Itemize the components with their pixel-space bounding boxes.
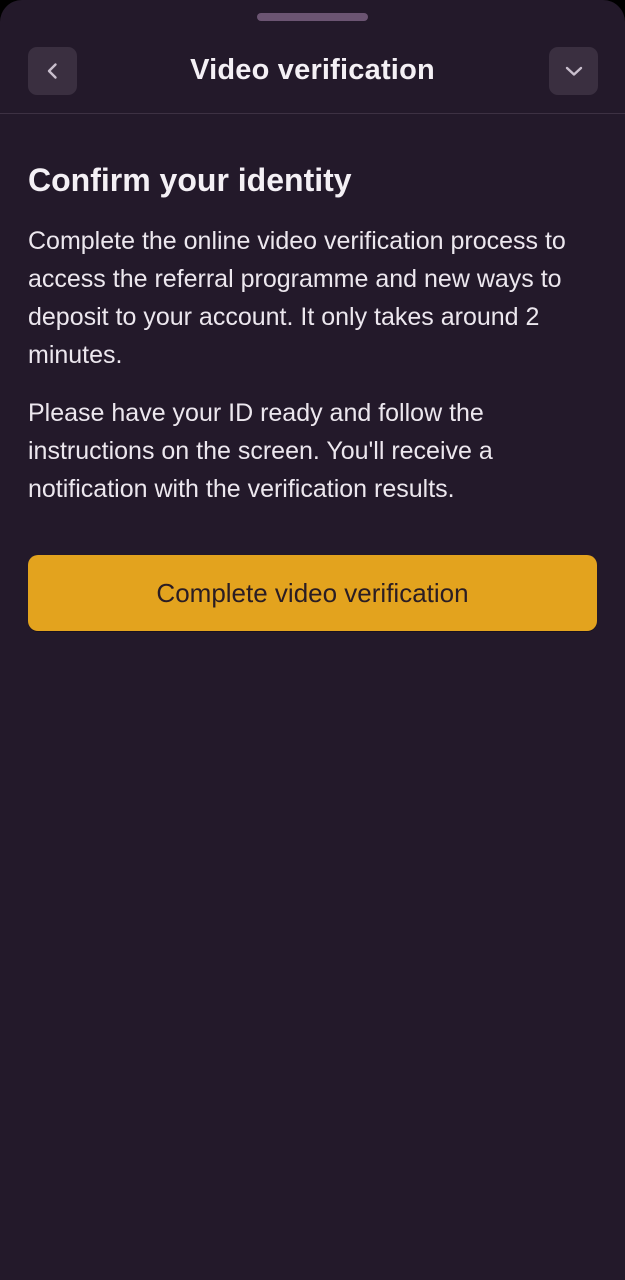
chevron-left-icon: [42, 60, 64, 82]
instructions-paragraph: Please have your ID ready and follow the…: [28, 399, 493, 503]
complete-video-verification-button[interactable]: Complete video verification: [28, 555, 597, 631]
sheet-header: Video verification: [0, 0, 625, 114]
collapse-button[interactable]: [549, 47, 598, 95]
section-heading: Confirm your identity: [28, 162, 352, 198]
verification-content: Confirm your identity Complete the onlin…: [28, 158, 598, 508]
chevron-down-icon: [562, 59, 586, 83]
description-paragraph: Complete the online video verification p…: [28, 227, 566, 369]
back-button[interactable]: [28, 47, 77, 95]
bottom-sheet: Video verification Confirm your identity…: [0, 0, 625, 1280]
page-title: Video verification: [190, 54, 435, 86]
